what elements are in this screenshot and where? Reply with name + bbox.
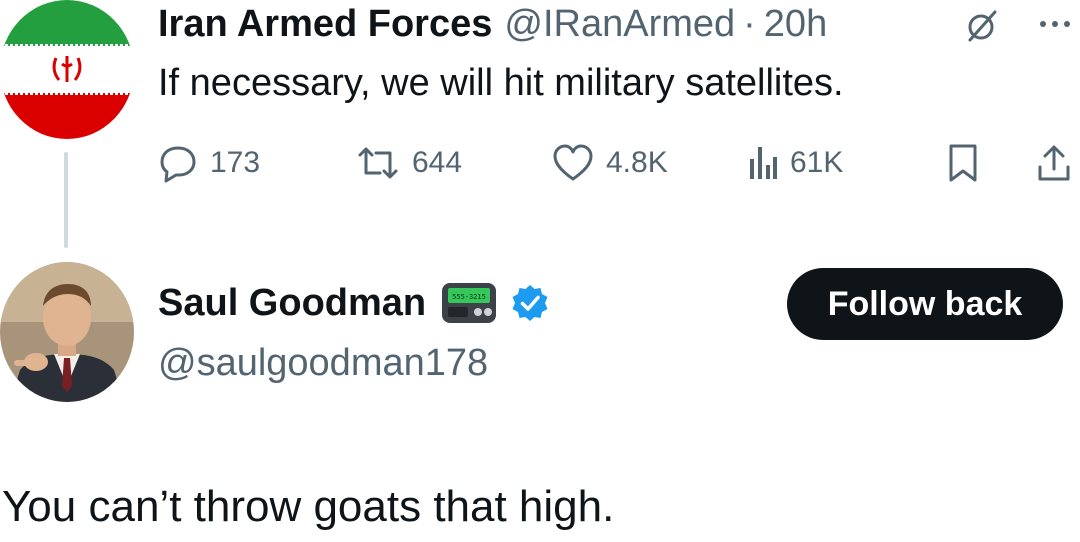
svg-text:555-3215: 555-3215 xyxy=(452,293,486,301)
author-name[interactable]: Iran Armed Forces xyxy=(158,3,492,46)
person-avatar-image xyxy=(0,262,134,402)
repost-count: 644 xyxy=(412,146,463,179)
share-icon xyxy=(1038,145,1070,181)
grok-icon[interactable] xyxy=(964,8,1000,44)
thread-connector-line xyxy=(64,152,68,248)
like-button[interactable]: 4.8K xyxy=(552,140,668,186)
author-handle[interactable]: @IRanArmed xyxy=(504,3,735,46)
person-avatar[interactable] xyxy=(0,262,134,402)
reply-icon xyxy=(160,146,196,183)
repost-button[interactable]: 644 xyxy=(356,140,462,186)
pager-emoji-icon: 555-3215 xyxy=(440,280,498,326)
verified-badge-icon xyxy=(510,283,550,323)
profile-name[interactable]: Saul Goodman xyxy=(158,282,426,325)
iran-flag-icon xyxy=(0,0,134,139)
tweet-text: You can’t throw goats that high. xyxy=(2,482,615,531)
separator-dot: · xyxy=(743,2,756,45)
tweet-timestamp[interactable]: 20h xyxy=(764,3,827,46)
follow-back-button[interactable]: Follow back xyxy=(787,268,1063,340)
profile-name-row: Saul Goodman 555-3215 xyxy=(158,278,550,328)
iran-flag-avatar[interactable] xyxy=(0,0,134,139)
views-icon xyxy=(750,147,777,179)
reply-count: 173 xyxy=(210,146,261,179)
tweet-text: If necessary, we will hit military satel… xyxy=(158,62,844,104)
tweet-header: Iran Armed Forces @IRanArmed · 20h xyxy=(158,0,827,48)
views-count: 61K xyxy=(790,146,844,179)
like-icon xyxy=(553,144,593,181)
share-button[interactable] xyxy=(1036,140,1072,186)
views-button[interactable]: 61K xyxy=(748,140,843,186)
profile-handle[interactable]: @saulgoodman178 xyxy=(158,342,488,385)
bookmark-icon xyxy=(949,144,977,182)
repost-icon xyxy=(358,147,398,179)
more-icon[interactable] xyxy=(1036,12,1076,36)
like-count: 4.8K xyxy=(606,146,668,179)
bookmark-button[interactable] xyxy=(946,140,980,186)
reply-button[interactable]: 173 xyxy=(158,140,260,186)
